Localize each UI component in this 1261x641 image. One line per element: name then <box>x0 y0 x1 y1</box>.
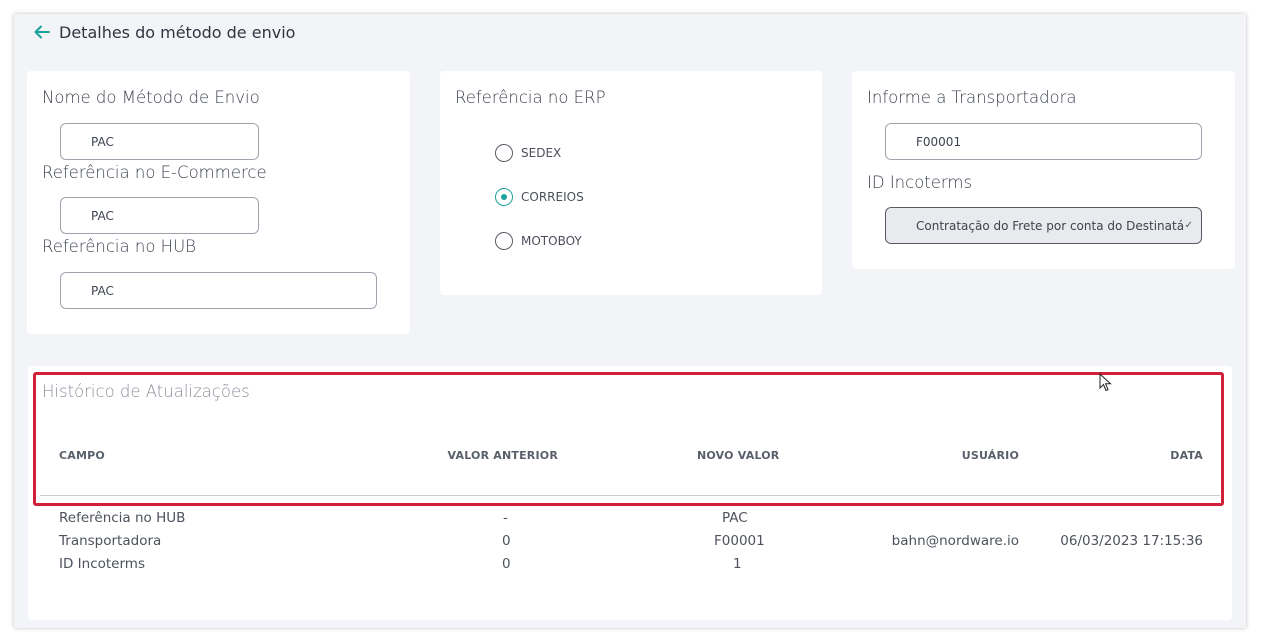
radio-unchecked-icon[interactable] <box>495 232 513 250</box>
header-divider <box>40 495 1220 496</box>
cell-campo: Transportadora <box>59 533 162 549</box>
cell-valor-anterior: - <box>503 510 508 526</box>
cell-data: 06/03/2023 17:15:36 <box>1060 533 1203 549</box>
history-title: Histórico de Atualizações <box>42 382 250 401</box>
mouse-cursor-icon <box>1099 373 1112 392</box>
erp-ref-card: Referência no ERP SEDEX CORREIOS MOTOBOY <box>440 71 822 295</box>
cell-novo-valor: PAC <box>722 510 748 526</box>
cell-valor-anterior: 0 <box>502 533 511 549</box>
column-header-campo[interactable]: CAMPO <box>59 449 105 462</box>
radio-option-correios[interactable]: CORREIOS <box>495 188 584 206</box>
column-header-data[interactable]: DATA <box>1170 449 1203 462</box>
method-name-label: Nome do Método de Envio <box>42 88 260 107</box>
cell-novo-valor: F00001 <box>714 533 765 549</box>
radio-label: CORREIOS <box>521 190 584 204</box>
arrow-left-icon[interactable] <box>33 23 51 41</box>
ecommerce-ref-label: Referência no E-Commerce <box>42 163 267 182</box>
radio-label: MOTOBOY <box>521 234 582 248</box>
carrier-label: Informe a Transportadora <box>867 88 1077 107</box>
incoterms-label: ID Incoterms <box>867 173 973 192</box>
cell-usuario: bahn@nordware.io <box>891 533 1019 549</box>
page-title: Detalhes do método de envio <box>59 22 296 42</box>
incoterms-select[interactable]: Contratação do Frete por conta do Destin… <box>885 207 1202 244</box>
page-header: Detalhes do método de envio <box>33 20 295 44</box>
carrier-card: Informe a Transportadora F00001 ID Incot… <box>852 71 1235 269</box>
column-header-novo-valor[interactable]: NOVO VALOR <box>697 449 779 462</box>
shipping-names-card: Nome do Método de Envio PAC Referência n… <box>27 71 410 334</box>
carrier-field[interactable]: F00001 <box>885 123 1202 160</box>
ecommerce-ref-field[interactable]: PAC <box>60 197 259 234</box>
method-name-field[interactable]: PAC <box>60 123 259 160</box>
radio-label: SEDEX <box>521 146 562 160</box>
radio-unchecked-icon[interactable] <box>495 144 513 162</box>
column-header-usuario[interactable]: USUÁRIO <box>962 449 1019 462</box>
cell-campo: ID Incoterms <box>59 556 145 572</box>
chevron-down-icon: ✓ <box>1184 220 1193 231</box>
column-header-valor-anterior[interactable]: VALOR ANTERIOR <box>448 449 558 462</box>
cell-campo: Referência no HUB <box>59 510 186 526</box>
radio-checked-icon[interactable] <box>495 188 513 206</box>
hub-ref-field[interactable]: PAC <box>60 272 377 309</box>
radio-option-motoboy[interactable]: MOTOBOY <box>495 232 582 250</box>
history-card: Histórico de Atualizações CAMPO VALOR AN… <box>28 366 1232 620</box>
erp-ref-label: Referência no ERP <box>455 88 606 107</box>
radio-option-sedex[interactable]: SEDEX <box>495 144 561 162</box>
cell-valor-anterior: 0 <box>502 556 511 572</box>
incoterms-selected-value: Contratação do Frete por conta do Destin… <box>916 218 1185 233</box>
hub-ref-label: Referência no HUB <box>42 237 196 256</box>
cell-novo-valor: 1 <box>733 556 742 572</box>
